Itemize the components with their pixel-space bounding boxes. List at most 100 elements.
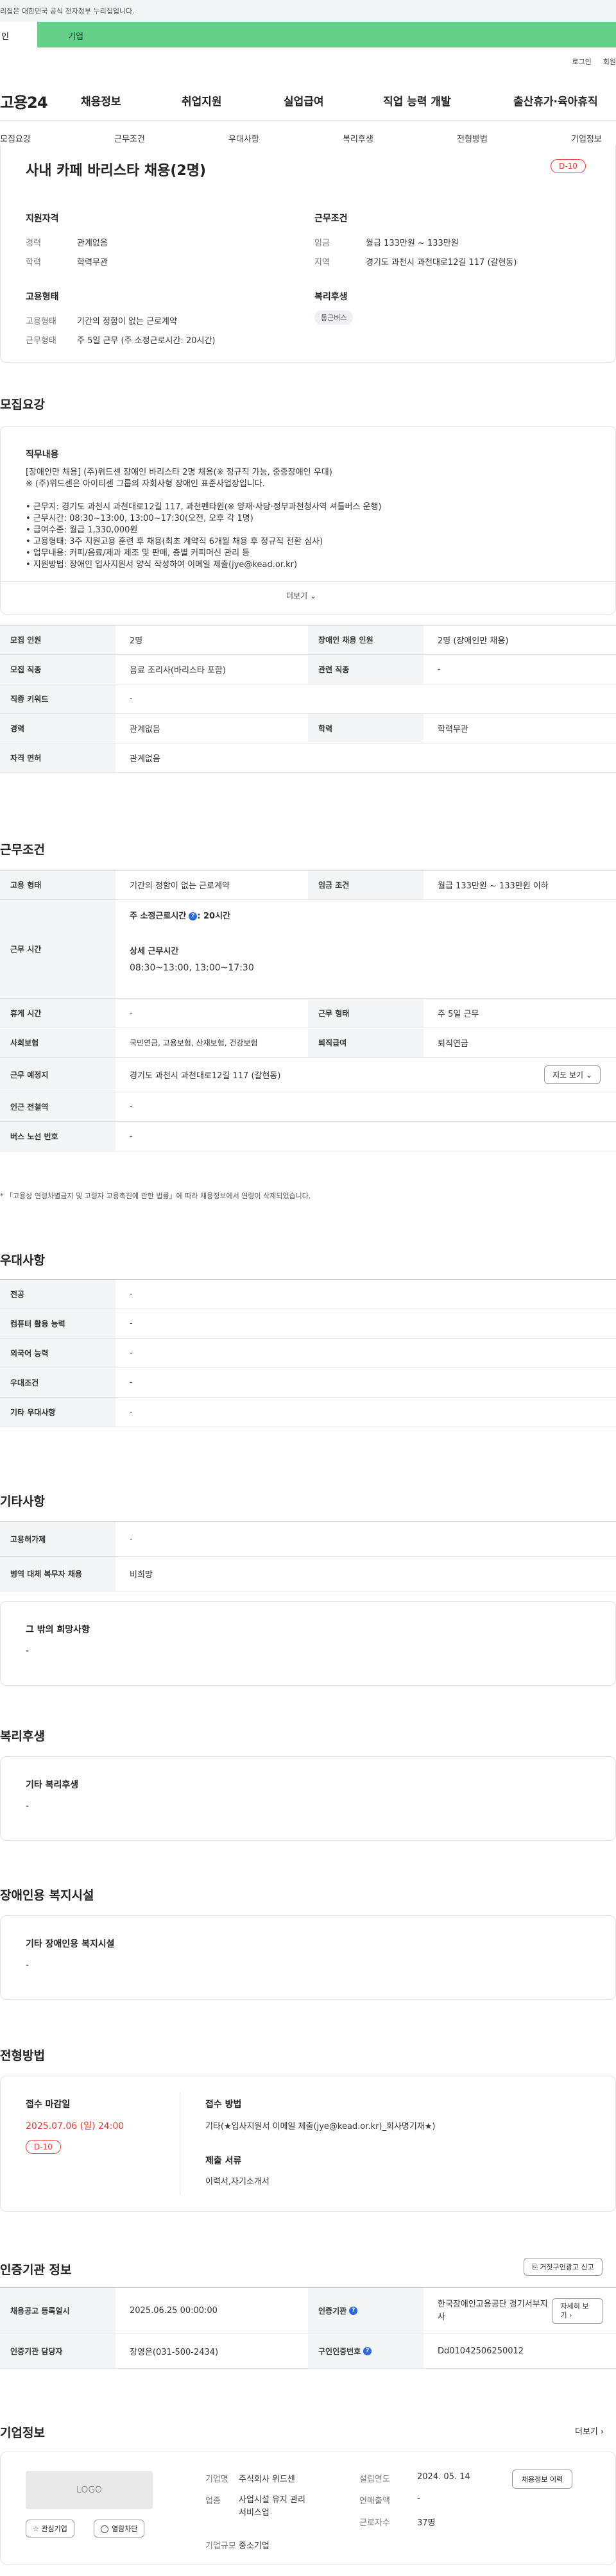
company-value: - (417, 2494, 420, 2504)
table-cell: - (130, 1131, 133, 1141)
gov-notice-text: 리집은 대한민국 공식 전자정부 누리집입니다. (0, 7, 135, 15)
employ-value: 기간의 정함이 없는 근로계약 (77, 317, 177, 326)
gnb-item-unemployment-benefit[interactable]: 실업급여 (284, 92, 324, 108)
tab-work[interactable]: 근무조건 (114, 132, 145, 144)
table-row: 외국어 능력 - (0, 1339, 616, 1368)
company-label: 근로자수 (359, 2518, 390, 2528)
table-cell: 퇴직연금 (438, 1039, 468, 1049)
global-nav: 고용24 채용정보 취업지원 실업급여 직업 능력 개발 출산휴가·육아휴직 (0, 78, 616, 121)
tab-recruit[interactable]: 모집요강 (0, 132, 31, 144)
gnb-item-employment-support[interactable]: 취업지원 (182, 92, 222, 108)
table-cell: - (130, 1348, 133, 1358)
cert-org-label: 인증기관 (318, 2307, 347, 2316)
table-header: 인증기관 담당자 (0, 2334, 116, 2368)
table-cell: - (130, 1102, 133, 1112)
qual-value: 관계없음 (77, 239, 108, 248)
help-icon[interactable]: ? (363, 2347, 372, 2355)
company-more-label: 더보기 (575, 2427, 598, 2437)
user-type-company[interactable]: 기업 (37, 22, 616, 47)
welfare-card-value: - (26, 1801, 30, 1811)
table-row: 사회보험 국민연금, 고용보험, 산재보험, 건강보험 퇴직급여 퇴직연금 (0, 1028, 616, 1058)
table-cell: - (130, 1289, 133, 1299)
duty-heading: 직무내용 (26, 450, 59, 460)
company-label: 설립연도 (359, 2475, 390, 2484)
report-label: 거짓구인광고 신고 (540, 2263, 594, 2271)
company-title: 기업정보 (0, 2426, 45, 2440)
tab-company[interactable]: 기업정보 (571, 132, 602, 144)
table-cell: 한국장애인고용공단 경기서부지사 자세히 보기 › (424, 2288, 616, 2334)
company-value: 37명 (417, 2518, 436, 2528)
company-label: 기업규모 (205, 2541, 236, 2551)
table-row: 근무 예정지 경기도 과천시 과천대로12길 117 (갈현동) 지도 보기 ⌄ (0, 1058, 616, 1092)
disab-card-label: 기타 장애인용 복지시설 (26, 1939, 115, 1949)
gnb-item-parental-leave[interactable]: 출산휴가·육아휴직 (513, 92, 598, 108)
qual-label: 경력 (26, 239, 41, 248)
std-hours: 주 소정근로시간?: 20시간 (130, 909, 602, 921)
chevron-right-icon: › (569, 2310, 572, 2319)
cert-num-label: 구인인증번호 (318, 2347, 361, 2356)
table-row: 인근 전철역 - (0, 1092, 616, 1122)
login-link[interactable]: 로그인 (572, 58, 591, 66)
table-header: 모집 직종 (0, 655, 116, 684)
tab-selection[interactable]: 전형방법 (457, 132, 488, 144)
tab-pref[interactable]: 우대사항 (228, 132, 259, 144)
job-title: 사내 카페 바리스타 채용(2명) (26, 163, 207, 179)
table-header: 경력 (0, 714, 116, 743)
detail-button[interactable]: 자세히 보기 › (552, 2298, 603, 2324)
table-header: 휴게 시간 (0, 999, 116, 1028)
welfare-title: 복리후생 (0, 1729, 45, 1743)
table-cell: 기간의 정함이 없는 근로계약 (130, 881, 230, 891)
gnb-item-vocational-training[interactable]: 직업 능력 개발 (383, 92, 451, 108)
qual-value: 학력무관 (77, 258, 108, 267)
employ-label: 근무형태 (26, 336, 56, 346)
deadline-label: 접수 마감일 (26, 2099, 71, 2110)
duty-line: • 근무시간: 08:30~13:00, 13:00~17:30(오전, 오후 … (26, 514, 253, 523)
user-type-personal[interactable]: 인 (0, 22, 37, 47)
more-button[interactable]: 더보기 ⌄ (286, 590, 316, 601)
more-label: 더보기 (286, 591, 308, 600)
pref-title: 우대사항 (0, 1253, 45, 1267)
welfare-heading: 복리후생 (314, 292, 348, 302)
table-header: 전공 (0, 1280, 116, 1309)
report-button[interactable]: ⎘ 거짓구인광고 신고 (524, 2258, 603, 2276)
table-cell: 주 5일 근무 (438, 1010, 479, 1019)
table-row: 고용허가제 - (0, 1522, 616, 1557)
pref-table: 전공 - 컴퓨터 활용 능력 - 외국어 능력 - 우대조건 - 기타 우대사항 - (0, 1279, 616, 1427)
etc-card (0, 1601, 616, 1686)
table-cell: - (130, 1407, 133, 1417)
job-history-button[interactable]: 채용정보 이력 (512, 2470, 573, 2489)
table-header: 임금 조건 (308, 870, 424, 899)
block-company-button[interactable]: 열람차단 (94, 2520, 145, 2538)
table-cell: - (130, 694, 133, 704)
table-cell: 2명 (130, 636, 143, 646)
fav-company-button[interactable]: ☆ 관심기업 (26, 2520, 74, 2538)
help-icon[interactable]: ? (189, 912, 198, 920)
duty-line: • 지원방법: 장애인 입사지원서 양식 작성하여 이메일 제출(jye@kea… (26, 560, 298, 570)
table-row: 모집 인원 2명 장애인 채용 인원 2명 (장애인만 채용) (0, 625, 616, 655)
dday-badge: D-10 (551, 159, 586, 173)
join-link[interactable]: 회원 (603, 58, 616, 66)
tab-welfare[interactable]: 복리후생 (343, 132, 373, 144)
cond-heading: 근무조건 (314, 214, 348, 224)
user-type-bar: 인 기업 (0, 22, 616, 47)
gnb-item-jobs[interactable]: 채용정보 (81, 92, 121, 108)
table-cell: 월급 133만원 ~ 133만원 이하 (438, 881, 549, 891)
table-cell: Dd01042506250012 (438, 2346, 524, 2356)
report-icon: ⎘ (532, 2263, 538, 2271)
table-header: 인증기관? (308, 2288, 424, 2334)
duty-line: • 급여수준: 월급 1,330,000원 (26, 525, 138, 535)
help-icon[interactable]: ? (349, 2307, 358, 2315)
table-cell: 관계없음 (130, 754, 160, 764)
select-title: 전형방법 (0, 2049, 45, 2063)
block-label: 열람차단 (112, 2525, 138, 2533)
table-cell: - (130, 1008, 133, 1018)
table-header: 직종 키워드 (0, 684, 116, 713)
disab-title: 장애인용 복지시설 (0, 1888, 94, 1902)
company-more-link[interactable]: 더보기 › (575, 2425, 604, 2437)
company-value: 중소기업 (239, 2541, 270, 2551)
map-button[interactable]: 지도 보기 ⌄ (544, 1065, 601, 1084)
table-header: 장애인 채용 인원 (308, 625, 424, 654)
table-row: 모집 직종 음료 조리사(바리스타 포함) 관련 직종 - (0, 655, 616, 684)
site-logo[interactable]: 고용24 (0, 90, 48, 112)
disab-card (0, 1915, 616, 2000)
